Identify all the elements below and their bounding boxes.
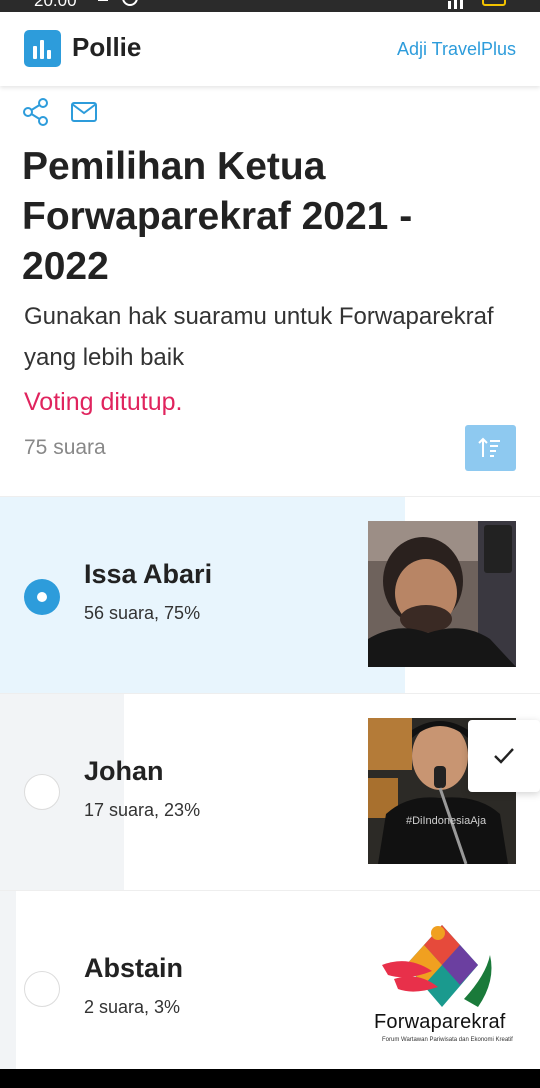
status-bar: 20:00: [0, 0, 540, 12]
pollie-logo-icon[interactable]: [24, 30, 61, 67]
forwaparekraf-logo: Forwaparekraf Forum Wartawan Pariwisata …: [368, 915, 516, 1061]
navigation-bar: [0, 1069, 540, 1088]
radio-selected[interactable]: [24, 579, 60, 615]
poll-description: Gunakan hak suaramu untuk Forwaparekraf …: [24, 303, 494, 371]
vote-share-bar: [0, 694, 124, 891]
poll-option-abstain[interactable]: Abstain 2 suara, 3% Forwaparekraf Forum …: [0, 891, 540, 1088]
option-name: Johan: [84, 756, 164, 786]
vote-share-bar: [0, 891, 16, 1088]
sort-button[interactable]: [465, 425, 516, 471]
sort-icon: [478, 437, 500, 457]
voting-status: Voting ditutup.: [24, 388, 183, 416]
app-title[interactable]: Pollie: [72, 32, 141, 63]
photo-caption: #DiIndonesiaAja: [406, 815, 487, 827]
option-stats: 2 suara, 3%: [84, 997, 181, 1017]
app-bar: Pollie Adji TravelPlus: [0, 12, 540, 86]
radio-unselected[interactable]: [24, 971, 60, 1007]
poll-option-johan[interactable]: Johan 17 suara, 23% #DiIndonesiaAja: [0, 694, 540, 891]
logo-tagline: Forum Wartawan Pariwisata dan Ekonomi Kr…: [382, 1037, 513, 1043]
radio-unselected[interactable]: [24, 774, 60, 810]
option-name: Abstain: [84, 953, 184, 983]
poll-option-issa-abari[interactable]: Issa Abari 56 suara, 75%: [0, 497, 540, 694]
user-link[interactable]: Adji TravelPlus: [397, 39, 516, 60]
signal-icon: [448, 0, 463, 9]
status-notification-icons: [98, 0, 138, 6]
mail-icon[interactable]: [70, 98, 98, 126]
share-icon[interactable]: [22, 98, 50, 126]
option-name: Issa Abari: [84, 559, 213, 589]
option-stats: 56 suara, 75%: [84, 603, 201, 623]
status-time: 20:00: [34, 0, 77, 10]
logo-wordmark: Forwaparekraf: [374, 1011, 506, 1033]
check-button[interactable]: [468, 720, 540, 792]
battery-icon: [482, 0, 506, 6]
total-votes: 75 suara: [24, 436, 106, 459]
option-stats: 17 suara, 23%: [84, 800, 201, 820]
poll-title: Pemilihan Ketua Forwaparekraf 2021 - 202…: [22, 145, 413, 288]
vote-share-bar: [0, 497, 405, 694]
check-icon: [494, 748, 514, 764]
candidate-photo: [368, 521, 516, 667]
